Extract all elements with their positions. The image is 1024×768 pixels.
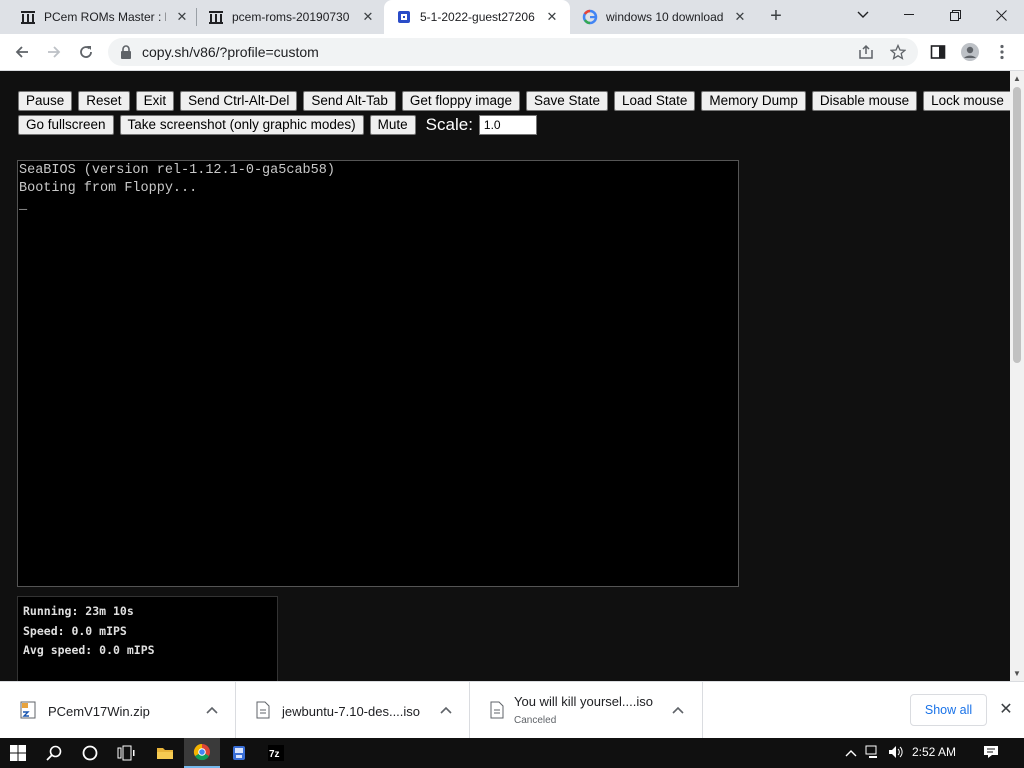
tab-v86-guest[interactable]: 5-1-2022-guest27206 ✕: [384, 0, 570, 34]
scroll-up-icon[interactable]: ▲: [1013, 74, 1021, 83]
emulator-controls-row2: Go fullscreen Take screenshot (only grap…: [18, 115, 1008, 135]
google-icon: [582, 9, 598, 25]
download-item[interactable]: jewbuntu-7.10-des....iso: [236, 682, 470, 739]
scale-input[interactable]: [478, 115, 537, 135]
speed-readout: Speed: 0.0 mIPS: [23, 624, 127, 638]
memory-dump-button[interactable]: Memory Dump: [701, 91, 806, 111]
menu-kebab-icon[interactable]: [990, 40, 1014, 64]
chevron-up-icon[interactable]: [670, 702, 686, 718]
tab-title: 5-1-2022-guest27206: [420, 10, 535, 24]
reset-button[interactable]: Reset: [78, 91, 130, 111]
forward-button[interactable]: [42, 40, 66, 64]
7zip-icon[interactable]: 7z: [258, 738, 294, 768]
scroll-down-icon[interactable]: ▼: [1013, 669, 1021, 678]
pause-button[interactable]: Pause: [18, 91, 73, 111]
screen-text: SeaBIOS (version rel-1.12.1-0-ga5cab58) …: [19, 163, 335, 213]
send-ctrl-alt-del-button[interactable]: Send Ctrl-Alt-Del: [180, 91, 298, 111]
windows-start-icon[interactable]: [0, 738, 36, 768]
minimize-button[interactable]: [886, 0, 932, 30]
restore-button[interactable]: [932, 0, 978, 30]
volume-icon[interactable]: [888, 745, 904, 761]
bookmark-star-icon[interactable]: [886, 40, 910, 64]
scrollbar-thumb[interactable]: [1013, 87, 1021, 363]
tab-title: PCem ROMs Master : F: [44, 10, 166, 24]
zip-file-icon: [20, 701, 36, 719]
show-all-downloads-button[interactable]: Show all: [910, 694, 987, 726]
page-content: Pause Reset Exit Send Ctrl-Alt-Del Send …: [0, 71, 1010, 681]
page-scrollbar[interactable]: ▲ ▼: [1010, 71, 1024, 681]
exit-button[interactable]: Exit: [135, 91, 175, 111]
close-icon[interactable]: ✕: [544, 9, 560, 25]
tab-pcem-roms-archive[interactable]: pcem-roms-20190730 ✕: [196, 0, 384, 34]
running-time: Running: 23m 10s: [23, 604, 134, 618]
close-window-button[interactable]: [978, 0, 1024, 30]
lock-mouse-button[interactable]: Lock mouse: [923, 91, 1010, 111]
tab-windows-download[interactable]: windows 10 download ✕: [570, 0, 758, 34]
pcem-icon[interactable]: [221, 738, 257, 768]
archive-icon: [20, 9, 36, 25]
tab-title: pcem-roms-20190730: [232, 10, 350, 24]
address-bar[interactable]: copy.sh/v86/?profile=custom: [108, 38, 918, 66]
download-bar: PCemV17Win.zip jewbuntu-7.10-des....iso …: [0, 681, 1024, 739]
cortana-icon[interactable]: [72, 738, 108, 768]
download-item[interactable]: You will kill yoursel....iso Canceled: [470, 682, 703, 739]
emulator-controls-row1: Pause Reset Exit Send Ctrl-Alt-Del Send …: [18, 91, 1010, 111]
close-icon[interactable]: ✕: [360, 9, 376, 25]
chrome-icon[interactable]: [184, 738, 220, 768]
side-panel-icon[interactable]: [926, 40, 950, 64]
archive-icon: [208, 9, 224, 25]
lock-icon[interactable]: [120, 45, 132, 59]
reload-button[interactable]: [74, 40, 98, 64]
save-state-button[interactable]: Save State: [525, 91, 609, 111]
svg-text:7z: 7z: [269, 749, 280, 760]
network-icon[interactable]: [865, 745, 881, 761]
v86-icon: [396, 9, 412, 25]
disable-mouse-button[interactable]: Disable mouse: [811, 91, 918, 111]
chevron-up-icon[interactable]: [843, 745, 859, 761]
url-text: copy.sh/v86/?profile=custom: [142, 44, 319, 60]
send-alt-tab-button[interactable]: Send Alt-Tab: [303, 91, 396, 111]
download-item[interactable]: PCemV17Win.zip: [0, 682, 236, 739]
windows-taskbar: 7z 2:52 AM: [0, 738, 1024, 768]
share-icon[interactable]: [854, 40, 878, 64]
browser-toolbar: copy.sh/v86/?profile=custom: [0, 34, 1024, 71]
chevron-up-icon[interactable]: [438, 702, 454, 718]
tab-pcem-roms-master[interactable]: PCem ROMs Master : F ✕: [8, 0, 196, 34]
close-icon[interactable]: ✕: [732, 9, 748, 25]
emulator-screen[interactable]: SeaBIOS (version rel-1.12.1-0-ga5cab58) …: [17, 160, 739, 587]
scale-label: Scale:: [425, 115, 473, 134]
new-tab-button[interactable]: +: [765, 6, 787, 28]
go-fullscreen-button[interactable]: Go fullscreen: [18, 115, 114, 135]
tab-title: windows 10 download: [606, 10, 724, 24]
search-icon[interactable]: [36, 738, 72, 768]
tab-search-icon[interactable]: [840, 0, 886, 30]
file-explorer-icon[interactable]: [147, 738, 183, 768]
runtime-stats-panel: Running: 23m 10s Speed: 0.0 mIPS Avg spe…: [17, 596, 278, 681]
tab-strip: PCem ROMs Master : F ✕ pcem-roms-2019073…: [0, 0, 1024, 34]
task-view-icon[interactable]: [108, 738, 144, 768]
close-icon[interactable]: ✕: [174, 9, 190, 25]
notifications-icon[interactable]: [983, 745, 999, 761]
avg-speed-readout: Avg speed: 0.0 mIPS: [23, 643, 155, 657]
download-status: Canceled: [514, 715, 557, 726]
mute-button[interactable]: Mute: [369, 115, 416, 135]
take-screenshot-button[interactable]: Take screenshot (only graphic modes): [119, 115, 364, 135]
file-icon: [256, 701, 270, 719]
back-button[interactable]: [10, 40, 34, 64]
download-filename: PCemV17Win.zip: [48, 704, 150, 719]
profile-avatar-icon[interactable]: [958, 40, 982, 64]
chevron-up-icon[interactable]: [204, 702, 220, 718]
close-icon[interactable]: ✕: [997, 701, 1015, 719]
download-filename: You will kill yoursel....iso: [514, 694, 653, 709]
load-state-button[interactable]: Load State: [614, 91, 696, 111]
download-filename: jewbuntu-7.10-des....iso: [282, 704, 421, 719]
file-icon: [490, 701, 504, 719]
get-floppy-image-button[interactable]: Get floppy image: [401, 91, 520, 111]
taskbar-clock[interactable]: 2:52 AM: [912, 745, 956, 759]
